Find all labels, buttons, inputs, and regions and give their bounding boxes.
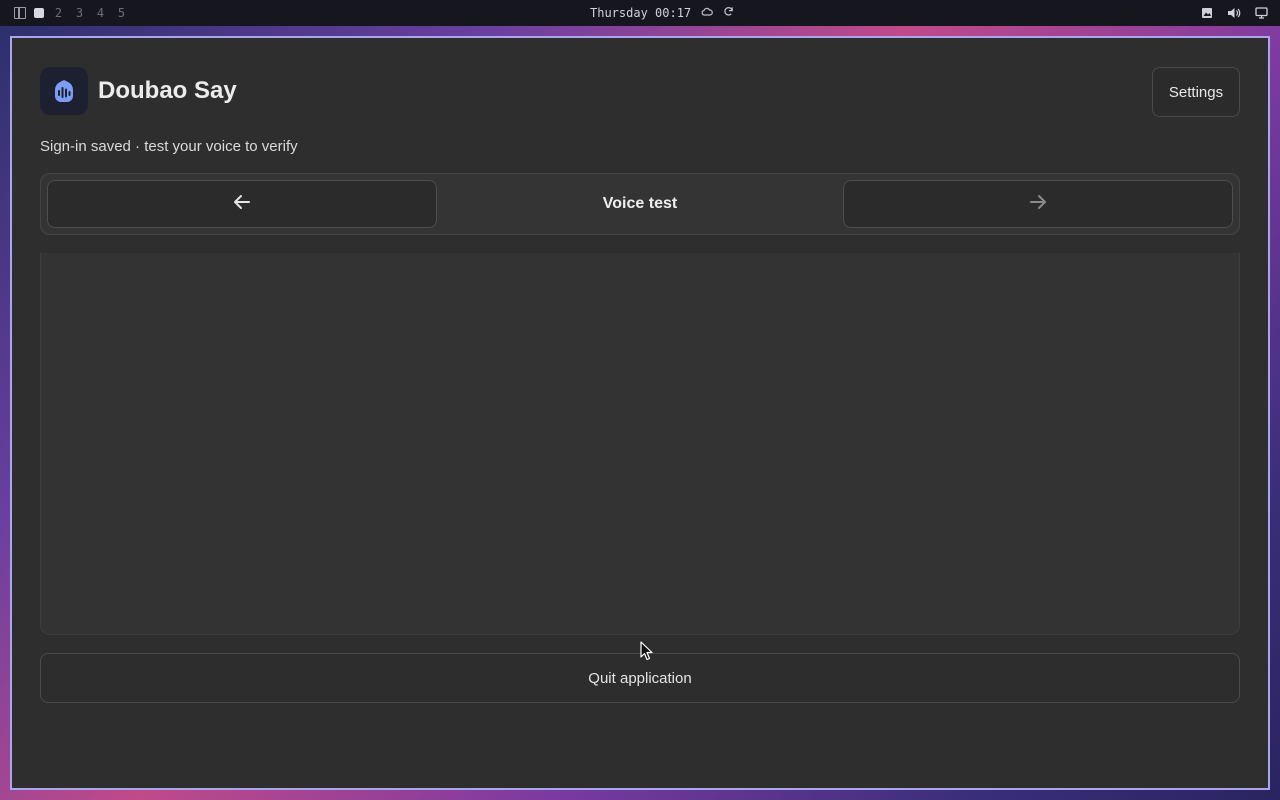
- mouse-cursor-icon: [640, 641, 654, 666]
- status-subtitle: Sign-in saved · test your voice to verif…: [40, 138, 298, 155]
- settings-button[interactable]: Settings: [1152, 67, 1240, 117]
- clock-area: Thursday 00:17: [590, 0, 734, 26]
- arrow-right-icon: [1029, 194, 1047, 215]
- app-window: Doubao Say Settings Sign-in saved · test…: [10, 36, 1270, 790]
- forward-button[interactable]: [843, 180, 1233, 228]
- arrow-left-icon: [233, 194, 251, 215]
- system-tray: [1201, 0, 1268, 26]
- app-header: Doubao Say: [40, 67, 237, 115]
- system-top-bar: 2 3 4 5 Thursday 00:17: [0, 0, 1280, 26]
- volume-icon[interactable]: [1227, 7, 1241, 19]
- step-navigation-bar: Voice test: [40, 173, 1240, 235]
- workspace-switcher: 2 3 4 5: [14, 0, 128, 26]
- display-icon[interactable]: [1255, 7, 1268, 19]
- workspace-5[interactable]: 5: [115, 6, 128, 20]
- clock-text: Thursday 00:17: [590, 6, 692, 20]
- screenshot-icon[interactable]: [1201, 7, 1213, 19]
- workspace-2[interactable]: 2: [52, 6, 65, 20]
- workspace-active-indicator[interactable]: [34, 8, 44, 18]
- workspace-layout-icon[interactable]: [14, 7, 26, 19]
- back-button[interactable]: [47, 180, 437, 228]
- voice-test-content-panel: [40, 253, 1240, 635]
- voice-wave-icon: [40, 67, 88, 115]
- cloud-icon[interactable]: [701, 6, 713, 20]
- workspace-3[interactable]: 3: [73, 6, 86, 20]
- workspace-4[interactable]: 4: [94, 6, 107, 20]
- app-title: Doubao Say: [98, 77, 237, 104]
- refresh-icon[interactable]: [723, 6, 734, 20]
